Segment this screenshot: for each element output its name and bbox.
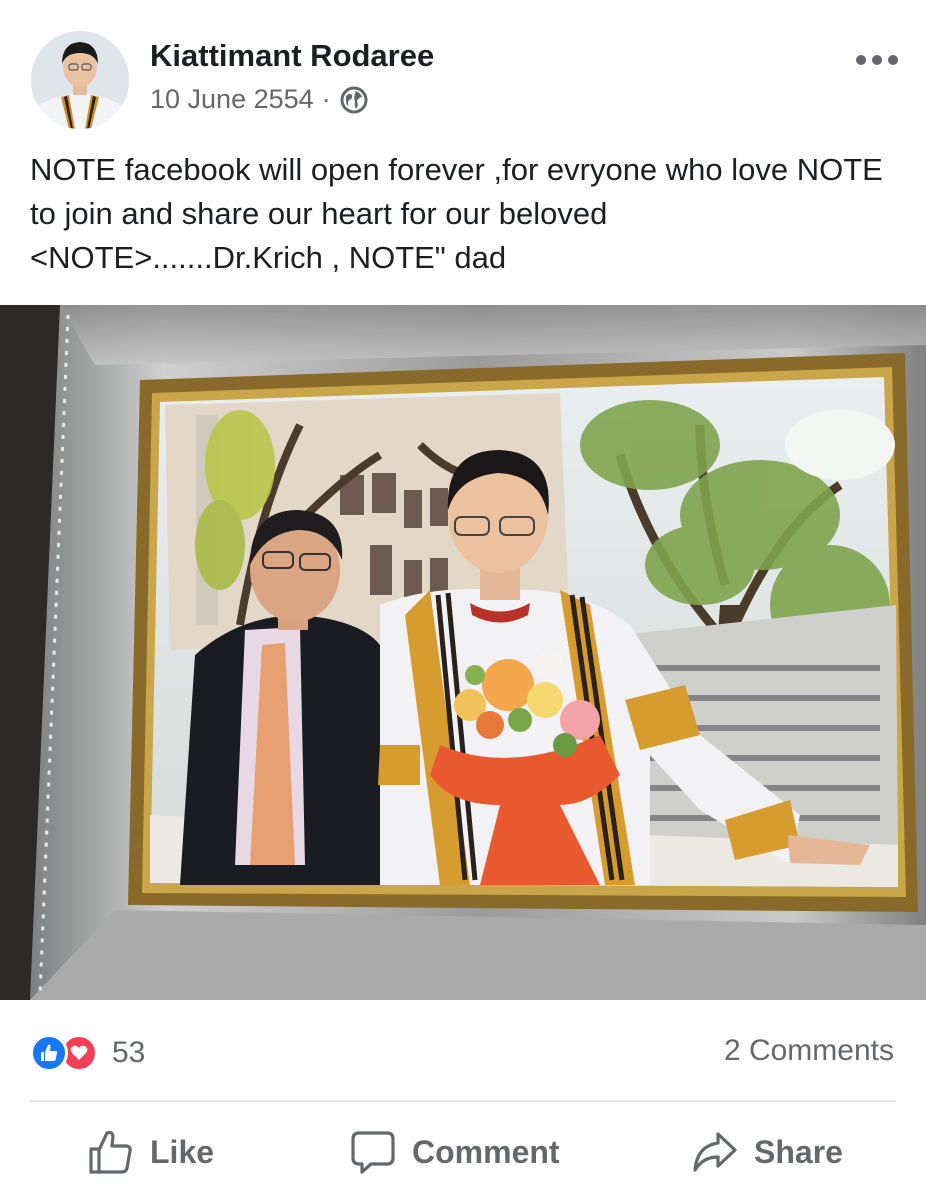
post-photo[interactable]	[0, 305, 926, 1000]
post-date[interactable]: 10 June 2554	[150, 84, 314, 115]
thumbs-up-icon	[88, 1129, 134, 1175]
meta-separator: ·	[321, 84, 331, 114]
share-arrow-icon	[692, 1129, 738, 1175]
post-actions: Like Comment Share	[0, 1110, 926, 1196]
comment-button[interactable]: Comment	[350, 1124, 560, 1180]
post-meta: 10 June 2554 ·	[150, 84, 369, 115]
reactions-summary[interactable]: 53	[30, 1034, 145, 1072]
actions-divider	[30, 1100, 896, 1102]
comments-count[interactable]: 2 Comments	[724, 1034, 894, 1068]
globe-icon[interactable]	[339, 85, 369, 115]
post-stats: 53 2 Comments	[0, 1020, 926, 1090]
like-reaction-icon	[30, 1034, 68, 1072]
more-options-icon[interactable]	[856, 48, 898, 72]
speech-bubble-icon	[350, 1129, 396, 1175]
author-avatar[interactable]	[31, 31, 129, 129]
share-button[interactable]: Share	[692, 1124, 843, 1180]
like-button[interactable]: Like	[88, 1124, 214, 1180]
reaction-count: 53	[112, 1036, 146, 1069]
post-text: NOTE facebook will open forever ,for evr…	[30, 152, 883, 275]
post-header: Kiattimant Rodaree 10 June 2554 ·	[0, 0, 926, 140]
author-name[interactable]: Kiattimant Rodaree	[150, 38, 434, 74]
like-label: Like	[150, 1133, 215, 1170]
comment-label: Comment	[412, 1133, 560, 1170]
share-label: Share	[754, 1133, 843, 1170]
